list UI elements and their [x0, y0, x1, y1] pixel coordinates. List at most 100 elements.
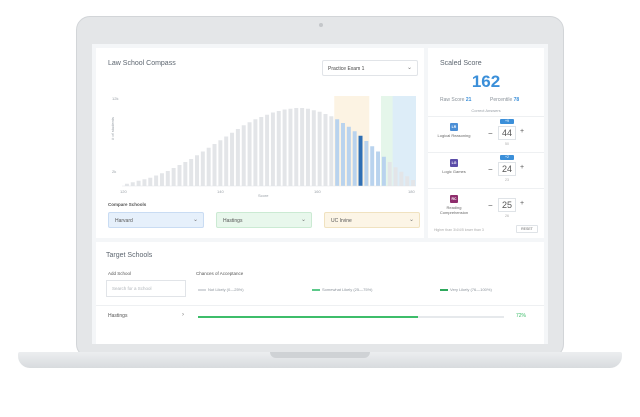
correct-stepper: +2 − 24 + 23 [478, 155, 538, 187]
distribution-bar [241, 125, 246, 186]
delta-badge: +2 [500, 155, 514, 160]
distribution-bar [376, 151, 381, 186]
legend-swatch [198, 289, 206, 291]
y-tick-top: 12k [112, 96, 118, 101]
distribution-bar [230, 132, 235, 186]
minus-button[interactable]: − [488, 129, 493, 138]
y-tick-bottom: 2k [112, 169, 116, 174]
compare-select-2-value: Hastings [223, 218, 243, 224]
target-school-name[interactable]: Hastings [108, 313, 127, 319]
distribution-bar [399, 171, 404, 186]
legend-label: Somewhat Likely (25—75%) [322, 287, 373, 292]
distribution-bar [265, 114, 270, 186]
distribution-bar [346, 126, 351, 186]
scaled-score-value: 162 [471, 72, 501, 91]
compare-select-1[interactable]: Harvard ⌄ [108, 212, 204, 228]
distribution-bar [300, 108, 305, 186]
distribution-bar [288, 108, 293, 186]
irvine-range-band [334, 96, 370, 186]
chevron-down-icon: ⌄ [192, 217, 198, 223]
section-total: 50 [505, 142, 509, 146]
compare-select-1-value: Harvard [115, 218, 133, 224]
distribution-bar [411, 180, 416, 186]
distribution-bar [387, 162, 392, 186]
distribution-bar [159, 173, 164, 186]
distribution-bar [136, 180, 141, 186]
distribution-bar [253, 119, 258, 186]
distribution-bar [130, 182, 135, 186]
compare-select-3-value: UC Irvine [331, 218, 352, 224]
add-school-label: Add School [108, 271, 132, 276]
minus-button[interactable]: − [488, 201, 493, 210]
legend-label: Not Likely (0—25%) [208, 287, 244, 292]
acceptance-progress-fill [198, 316, 419, 318]
distribution-bar [165, 171, 170, 186]
legend-label: Very Likely (76—100%) [450, 287, 492, 292]
school-search-input[interactable]: Search for a School [106, 280, 186, 297]
distribution-bar [224, 136, 229, 186]
compass-title: Law School Compass [108, 60, 176, 67]
distribution-bar [364, 141, 369, 186]
distribution-bar [235, 129, 240, 186]
distribution-bar [259, 117, 264, 186]
chevron-down-icon: ⌄ [406, 65, 412, 71]
distribution-bar [393, 167, 398, 186]
section-badge: LG [450, 159, 458, 167]
distribution-bar [405, 176, 410, 186]
chevron-down-icon: ⌄ [408, 217, 414, 223]
distribution-bar [329, 116, 334, 186]
plus-button[interactable]: + [520, 164, 524, 171]
distribution-bar [311, 110, 316, 186]
divider [96, 305, 544, 306]
reset-button[interactable]: RESET [516, 225, 538, 233]
exam-select[interactable]: Practice Exam 1 ⌄ [322, 60, 418, 76]
correct-count-input[interactable]: 24 [498, 162, 516, 176]
raw-score: Raw Score 21 [440, 97, 471, 103]
raw-score-label: Raw Score [440, 97, 465, 103]
section-badge: LR [450, 123, 458, 131]
compare-select-3[interactable]: UC Irvine ⌄ [324, 212, 420, 228]
distribution-bar [148, 177, 153, 186]
delta-badge: +9 [500, 119, 514, 124]
section-name: Logic Games [442, 169, 466, 174]
correct-count-input[interactable]: 44 [498, 126, 516, 140]
distribution-bar [341, 123, 345, 186]
plus-button[interactable]: + [520, 128, 524, 135]
distribution-bar [183, 162, 188, 186]
score-distribution-chart: 12k 2k # of students 120 140 160 180 Sco… [110, 96, 416, 198]
minus-button[interactable]: − [488, 165, 493, 174]
distribution-bar [171, 168, 176, 186]
x-tick-4: 180 [408, 189, 415, 194]
section-name: Logical Reasoning [437, 133, 471, 138]
legend-swatch [312, 289, 320, 291]
legend-swatch [440, 289, 448, 291]
selected-score-bar [358, 135, 363, 186]
distribution-bar [177, 165, 182, 186]
legend-not-likely: Not Likely (0—25%) [198, 287, 244, 292]
distribution-bar [212, 144, 217, 186]
distribution-bar [200, 151, 205, 186]
target-schools-panel: Target Schools Add School Chances of Acc… [96, 242, 544, 344]
section-row-logical-reasoning: LR Logical Reasoning +9 − 44 + 50 [428, 116, 544, 152]
acceptance-progress-track [198, 316, 504, 318]
chevron-right-icon[interactable]: › [182, 312, 184, 318]
section-row-reading-comprehension: RC Reading Comprehension − 25 + 26 [428, 188, 544, 224]
distribution-bar [154, 175, 159, 186]
scaled-score-title: Scaled Score [440, 60, 482, 67]
x-tick-2: 140 [217, 189, 224, 194]
percentile-label: Percentile [490, 97, 513, 103]
target-schools-title: Target Schools [106, 252, 153, 259]
app-screen: Law School Compass Practice Exam 1 ⌄ 12k… [92, 44, 548, 344]
percentile: Percentile 78 [490, 97, 519, 103]
y-axis-label: # of students [110, 117, 115, 140]
section-total: 23 [505, 178, 509, 182]
compass-panel: Law School Compass Practice Exam 1 ⌄ 12k… [96, 48, 424, 238]
correct-stepper: − 25 + 26 [478, 191, 538, 223]
distribution-bar [370, 146, 375, 186]
exam-select-value: Practice Exam 1 [328, 66, 365, 72]
correct-count-input[interactable]: 25 [498, 198, 516, 212]
laptop-base-notch [270, 352, 370, 358]
plus-button[interactable]: + [520, 200, 524, 207]
compare-select-2[interactable]: Hastings ⌄ [216, 212, 312, 228]
distribution-bar [218, 140, 223, 186]
